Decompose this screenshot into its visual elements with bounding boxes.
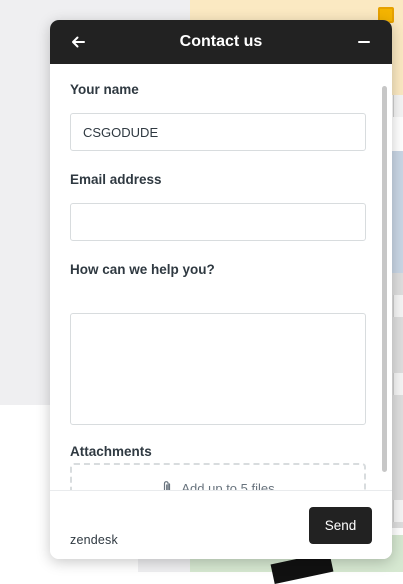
background-edge [393, 373, 403, 395]
attachments-dropzone[interactable]: Add up to 5 files [70, 463, 366, 491]
arrow-left-icon [72, 36, 85, 48]
email-label: Email address [70, 172, 162, 187]
name-input[interactable]: CSGODUDE [70, 113, 366, 151]
widget-title: Contact us [179, 33, 263, 50]
zendesk-logo: zendesk [70, 533, 118, 547]
scrollbar-thumb[interactable] [382, 86, 387, 472]
widget-footer: zendesk Send [50, 490, 392, 559]
minus-icon [358, 41, 370, 43]
minimize-button[interactable] [354, 32, 374, 52]
back-button[interactable] [68, 32, 88, 52]
send-button[interactable]: Send [309, 507, 372, 544]
background-edge [393, 500, 403, 522]
email-input[interactable] [70, 203, 366, 241]
contact-widget: Contact us Your name CSGODUDE Email addr… [50, 20, 392, 559]
help-label: How can we help you? [70, 262, 215, 277]
attachments-label: Attachments [70, 444, 152, 459]
name-input-value: CSGODUDE [83, 124, 159, 140]
help-textarea[interactable] [70, 313, 366, 425]
form-area: Your name CSGODUDE Email address How can… [50, 64, 392, 491]
background-edge [393, 95, 403, 117]
background-edge [393, 295, 403, 317]
widget-header: Contact us [50, 20, 392, 64]
name-label: Your name [70, 82, 139, 97]
